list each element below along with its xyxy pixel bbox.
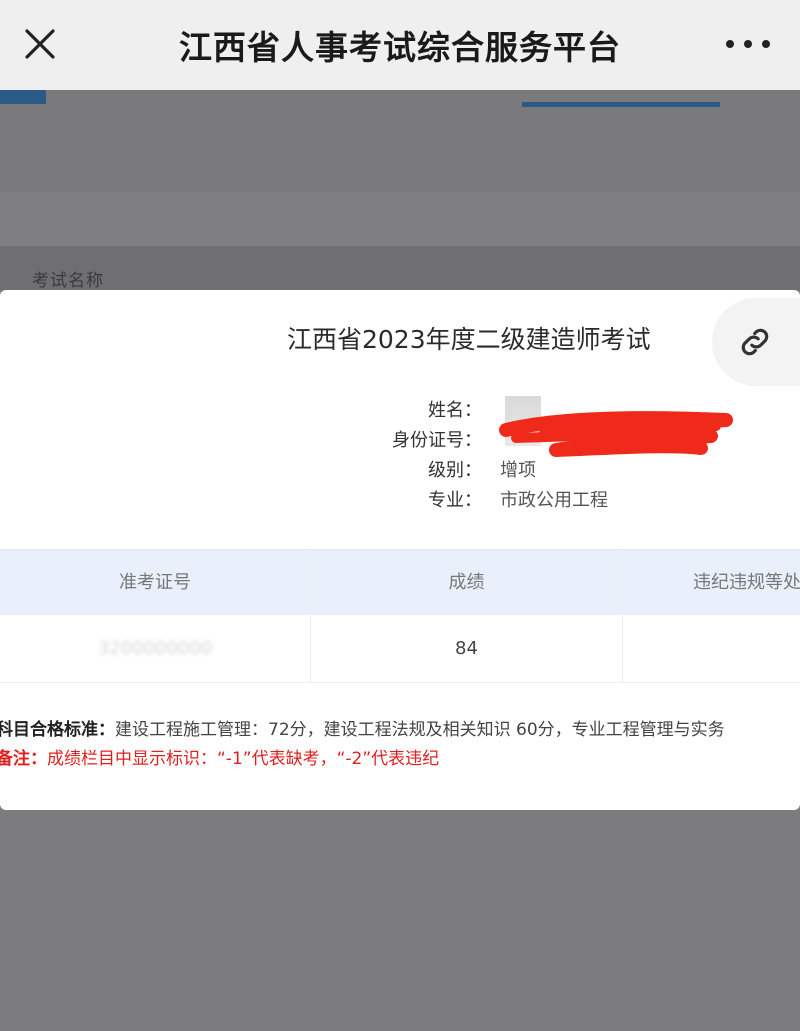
redaction-scribble [486,408,746,468]
info-row-major: 专业： 市政公用工程 [0,486,800,512]
level-label: 级别： [428,460,482,481]
exam-title: 江西省2023年度二级建造师考试 [287,325,651,354]
background-tab-indicator [0,90,46,104]
major-label: 专业： [428,490,482,511]
passing-standard-note: 科目合格标准：建设工程施工管理：72分，建设工程法规及相关知识 60分，专业工程… [0,715,800,740]
background-exam-name-label: 考试名称 [32,271,104,291]
id-number-label: 身份证号： [392,430,482,451]
col-header-violation: 违纪违规等处 [622,550,800,616]
score-table: 准考证号 成绩 违纪违规等处 3200000000 84 [0,549,800,683]
ticket-number-cell: 3200000000 [97,638,213,659]
more-dots-icon[interactable] [726,33,770,55]
background-active-tab-underline [522,102,720,107]
violation-cell [622,615,800,683]
score-cell: 84 [310,615,622,683]
table-row: 3200000000 84 [0,615,800,683]
background-header-row [0,246,800,290]
app-navbar: 江西省人事考试综合服务平台 [0,0,800,90]
major-value: 市政公用工程 [500,490,608,511]
col-header-score: 成绩 [310,550,622,616]
close-icon[interactable] [22,26,58,62]
link-icon[interactable] [712,298,800,386]
remark-label: 备注： [0,749,47,769]
page-title: 江西省人事考试综合服务平台 [179,28,621,67]
passing-standard-label: 科目合格标准： [0,720,115,740]
background-row [0,192,800,246]
remark-note: 备注：成绩栏目中显示标识：“-1”代表缺考，“-2”代表违纪 [0,744,800,769]
result-card: 江西省2023年度二级建造师考试 姓名： 身份证号： 级别： 增项 专业： 市政… [0,290,800,810]
name-label: 姓名： [428,400,482,421]
passing-standard-text: 建设工程施工管理：72分，建设工程法规及相关知识 60分，专业工程管理与实务 [115,720,725,740]
col-header-ticket: 准考证号 [119,572,191,593]
remark-text: 成绩栏目中显示标识：“-1”代表缺考，“-2”代表违纪 [47,749,440,769]
table-header: 准考证号 成绩 违纪违规等处 [0,549,800,616]
